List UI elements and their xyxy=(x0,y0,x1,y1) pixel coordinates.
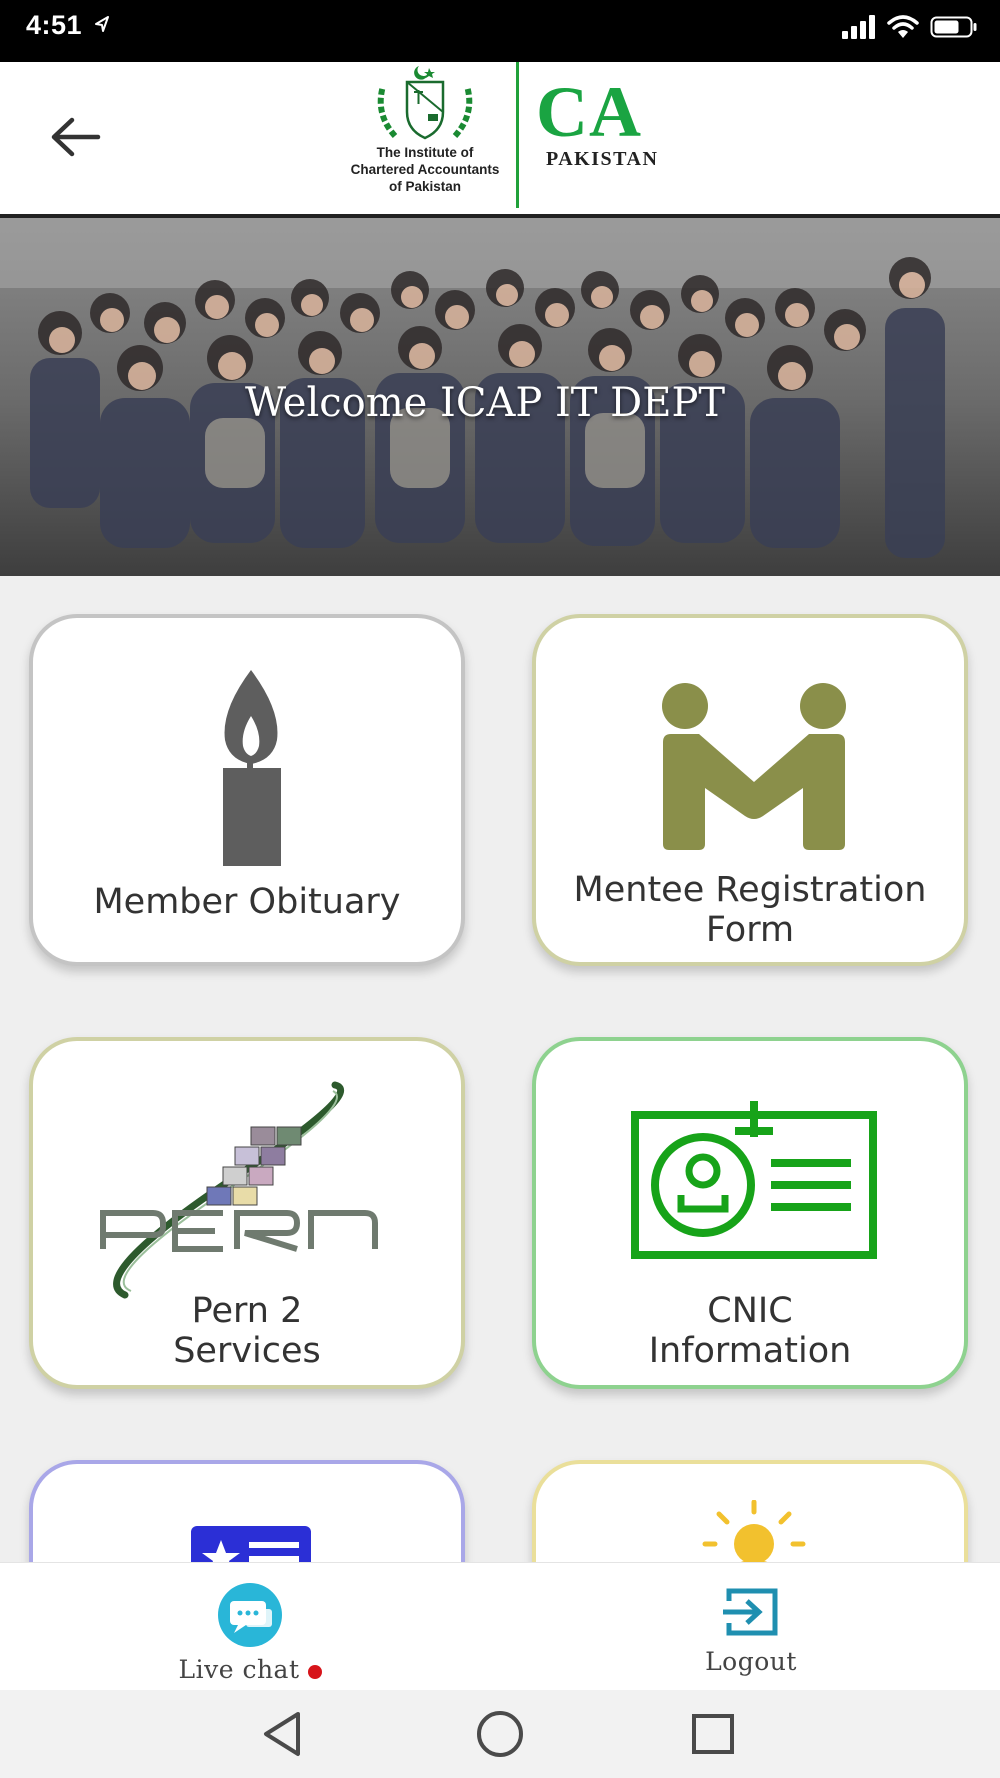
cnic-information-label-line2: Information xyxy=(648,1331,852,1371)
square-recents-icon xyxy=(692,1714,734,1754)
status-time: 4:51 xyxy=(26,10,110,41)
status-bar: 4:51 xyxy=(0,0,1000,62)
logo-divider xyxy=(516,62,519,208)
icap-name-line2: Chartered Accountants xyxy=(350,162,500,177)
chat-bubble-icon xyxy=(218,1583,282,1647)
mentee-registration-label-line1: Mentee Registration xyxy=(573,870,927,910)
welcome-banner: Welcome ICAP IT DEPT xyxy=(0,214,1000,576)
mentee-handshake-icon xyxy=(662,683,846,850)
icap-name-line3: of Pakistan xyxy=(388,179,462,194)
pern-services-tile[interactable]: Pern 2 Services xyxy=(29,1037,465,1389)
candle-icon xyxy=(223,670,281,866)
app-header: The Institute of Chartered Accountants o… xyxy=(0,62,1000,214)
live-chat-button[interactable]: Live chat xyxy=(120,1563,380,1691)
signal-icon xyxy=(841,15,875,39)
icap-name-line1: The Institute of xyxy=(376,145,474,160)
ca-logo-text: CA xyxy=(536,72,642,152)
bottom-navigation: Live chat Logout xyxy=(0,1562,1000,1690)
mentee-registration-tile[interactable]: Mentee Registration Form xyxy=(532,614,968,966)
logout-label: Logout xyxy=(705,1647,797,1676)
system-home-button[interactable] xyxy=(470,1708,530,1760)
pern-services-label-line2: Services xyxy=(173,1331,321,1371)
logout-button[interactable]: Logout xyxy=(621,1563,881,1691)
location-arrow-icon xyxy=(95,16,110,32)
battery-icon xyxy=(930,16,977,38)
status-icons xyxy=(841,14,978,46)
icap-name-text: The Institute of Chartered Accountants o… xyxy=(340,144,510,195)
notification-dot xyxy=(307,1664,322,1679)
pakistan-logo-text: PAKISTAN xyxy=(546,148,659,170)
icap-logo: The Institute of Chartered Accountants o… xyxy=(340,62,690,214)
pern-logo-icon xyxy=(100,1081,378,1299)
app-screen: 4:51 The Institute of Chartered Accounta… xyxy=(0,0,1000,1778)
id-card-icon xyxy=(631,1101,877,1259)
logout-icon xyxy=(723,1588,778,1636)
cnic-information-tile[interactable]: CNIC Information xyxy=(532,1037,968,1389)
triangle-back-icon xyxy=(264,1712,300,1756)
back-button[interactable] xyxy=(42,112,108,162)
status-time-text: 4:51 xyxy=(26,10,83,40)
wifi-icon xyxy=(887,15,919,38)
circle-home-icon xyxy=(477,1711,523,1757)
live-chat-text: Live chat xyxy=(178,1655,300,1684)
mentee-registration-label-line2: Form xyxy=(705,910,795,950)
live-chat-label: Live chat xyxy=(120,1655,380,1684)
system-recents-button[interactable] xyxy=(683,1708,743,1760)
system-back-button[interactable] xyxy=(254,1708,314,1760)
arrow-left-icon xyxy=(51,117,101,157)
member-obituary-label: Member Obituary xyxy=(93,882,401,922)
cnic-information-label-line1: CNIC xyxy=(707,1291,793,1331)
pern-services-label-line1: Pern 2 xyxy=(191,1291,303,1331)
system-navigation-bar xyxy=(0,1690,1000,1778)
welcome-title: Welcome ICAP IT DEPT xyxy=(244,380,726,426)
icap-crest-icon xyxy=(377,66,473,140)
member-obituary-tile[interactable]: Member Obituary xyxy=(29,614,465,966)
